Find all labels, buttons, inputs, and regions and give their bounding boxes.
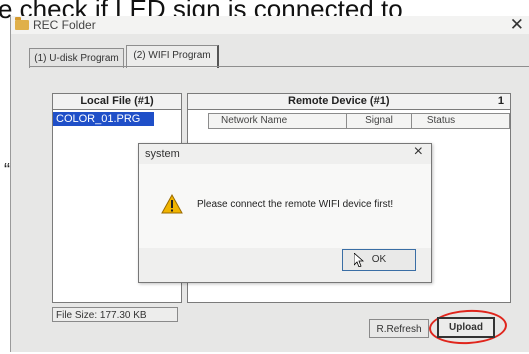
- tab-u-disk-program[interactable]: (1) U-disk Program: [29, 48, 124, 68]
- warning-icon: [161, 194, 183, 214]
- column-status[interactable]: Status: [411, 114, 471, 128]
- folder-icon: [15, 17, 29, 30]
- mouse-cursor-icon: [354, 253, 364, 267]
- window-title: REC Folder: [33, 18, 96, 32]
- local-file-item[interactable]: COLOR_01.PRG: [53, 112, 154, 126]
- rec-folder-window: REC Folder ✕ (1) U-disk Program (2) WIFI…: [10, 15, 529, 352]
- refresh-button[interactable]: R.Refresh: [369, 319, 429, 338]
- tab-wifi-program[interactable]: (2) WIFI Program: [126, 45, 219, 68]
- upload-button[interactable]: Upload: [437, 317, 495, 338]
- remote-device-header: Remote Device (#1) 1: [188, 94, 510, 110]
- system-dialog: system × Please connect the remote WIFI …: [138, 143, 432, 283]
- column-network-name[interactable]: Network Name: [209, 114, 347, 128]
- column-signal[interactable]: Signal: [347, 114, 412, 128]
- file-size-label: File Size: 177.30 KB: [52, 307, 178, 322]
- title-bar: REC Folder ✕: [11, 15, 529, 35]
- dialog-close-icon[interactable]: ×: [414, 143, 423, 161]
- local-file-header: Local File (#1): [53, 94, 181, 110]
- remote-device-count: 1: [497, 95, 504, 107]
- dialog-title: system: [145, 148, 180, 160]
- remote-column-headers: Network Name Signal Status: [208, 113, 510, 129]
- dialog-body: Please connect the remote WIFI device fi…: [139, 164, 431, 248]
- dialog-message: Please connect the remote WIFI device fi…: [197, 199, 394, 210]
- close-icon[interactable]: ✕: [510, 15, 524, 35]
- remote-device-title: Remote Device (#1): [288, 95, 390, 107]
